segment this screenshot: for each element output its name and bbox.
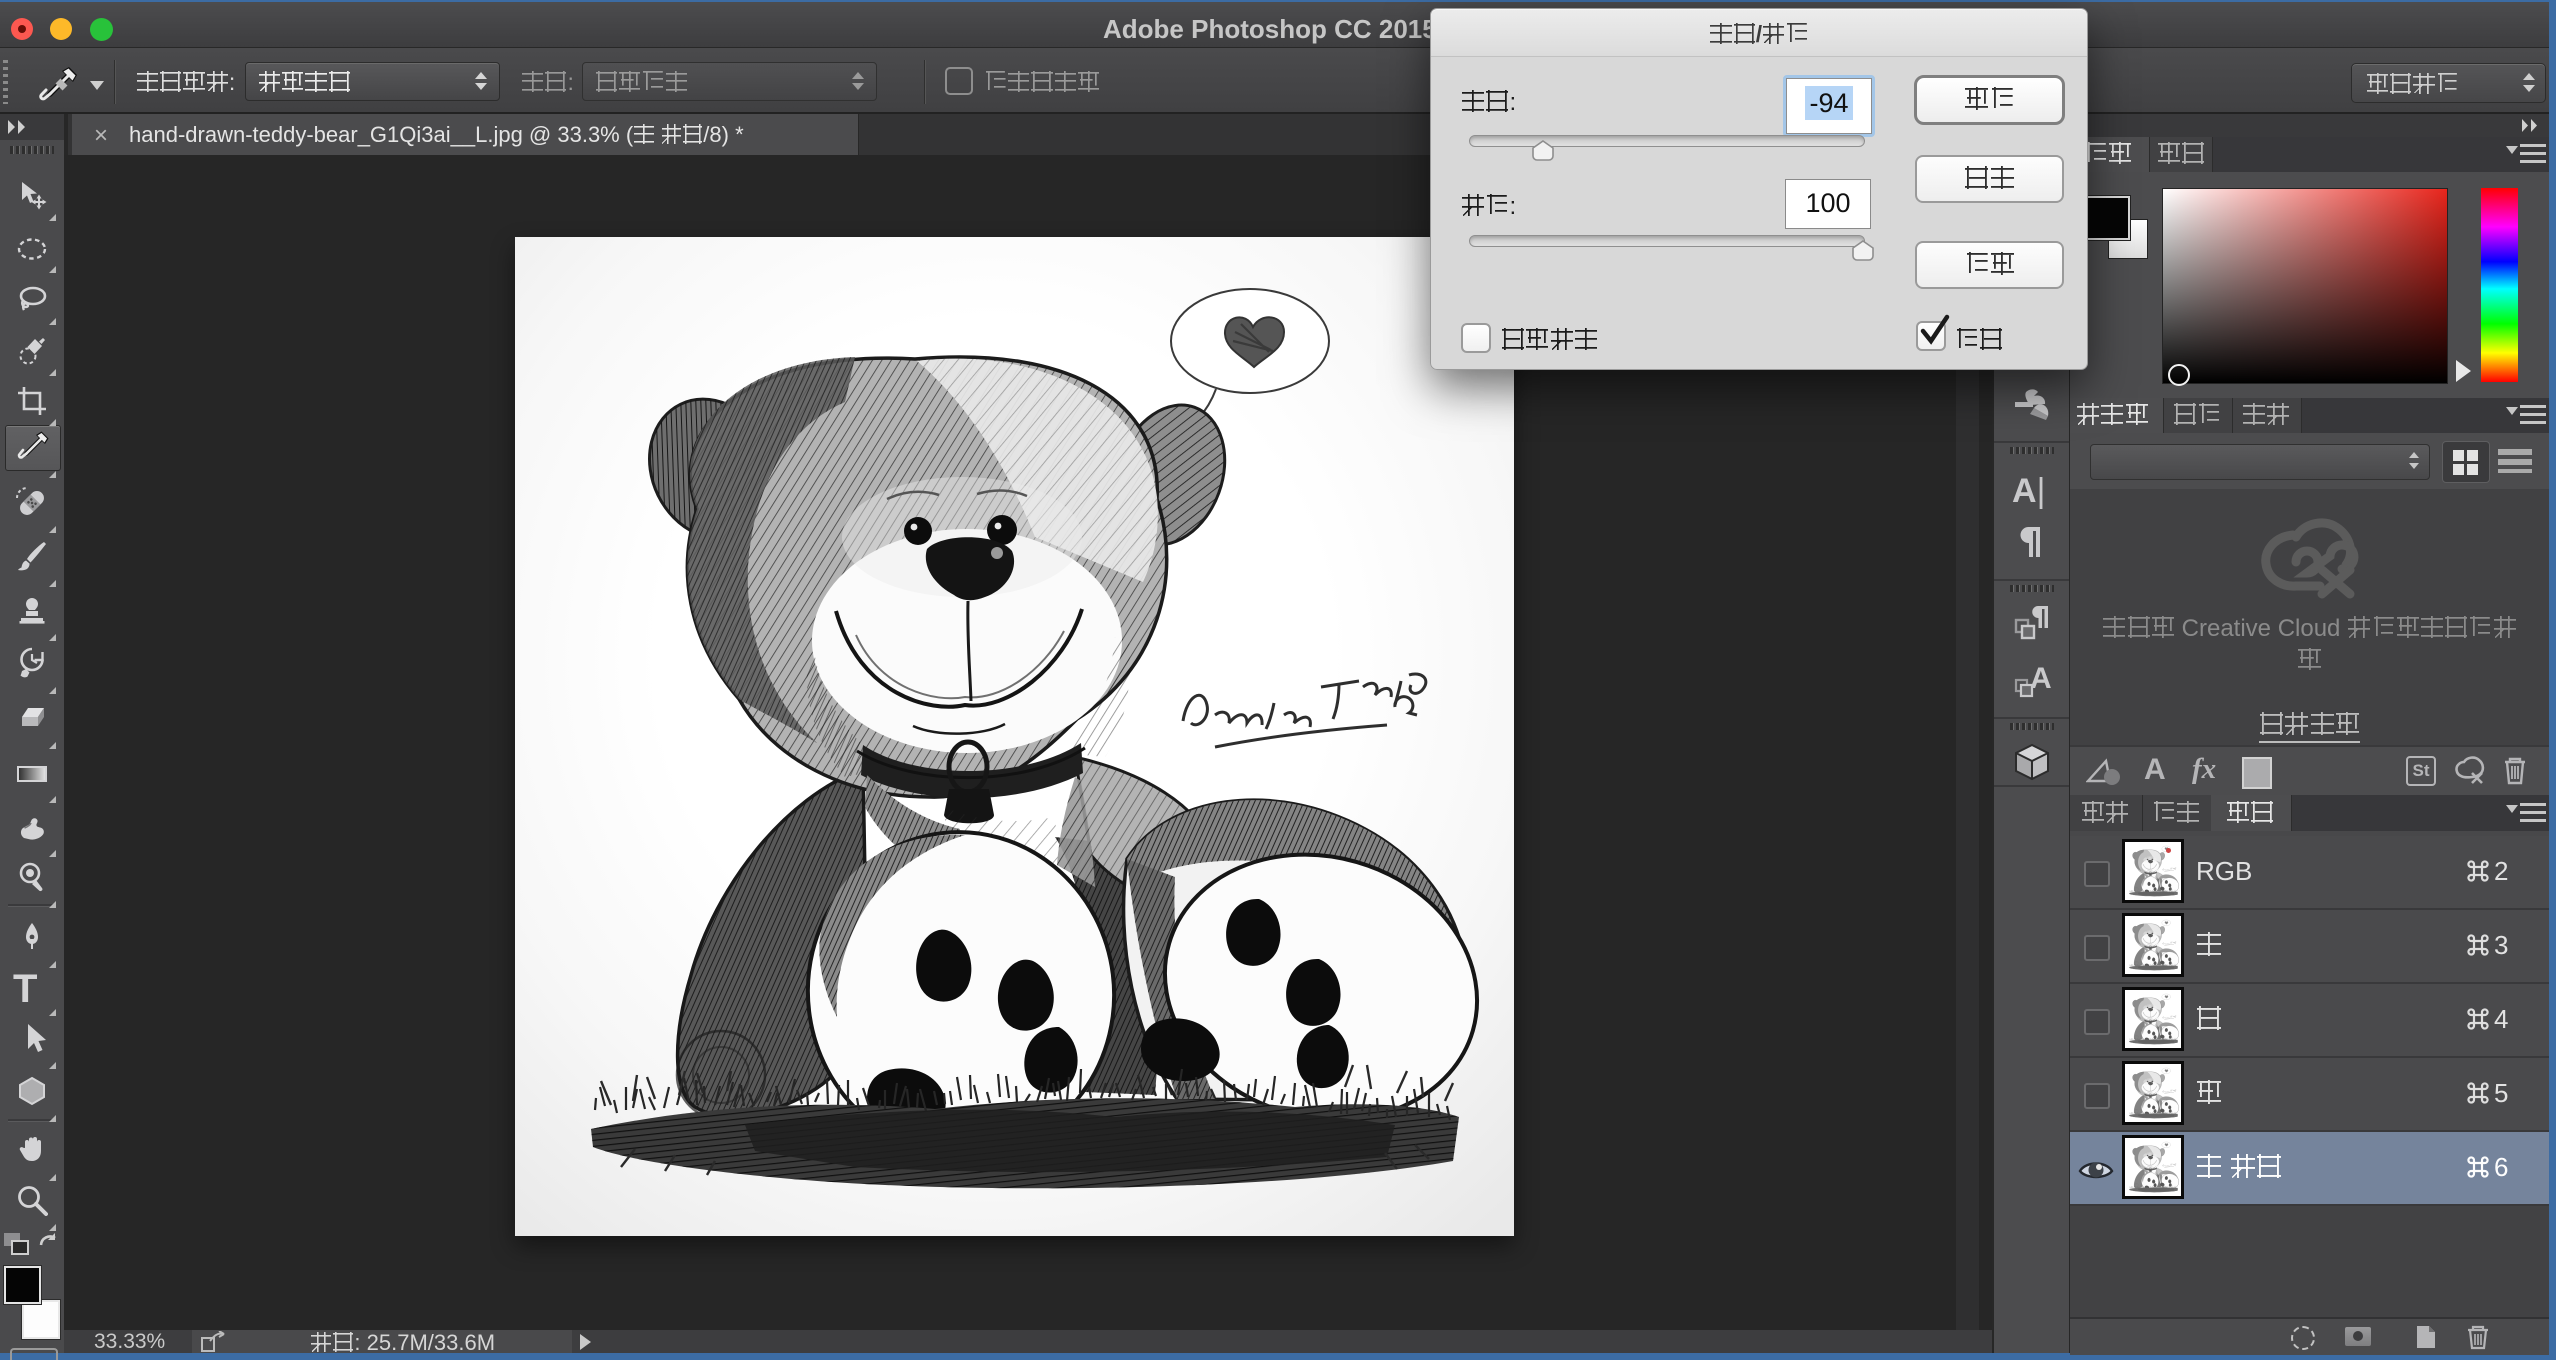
svg-text:A: A	[2030, 662, 2052, 695]
